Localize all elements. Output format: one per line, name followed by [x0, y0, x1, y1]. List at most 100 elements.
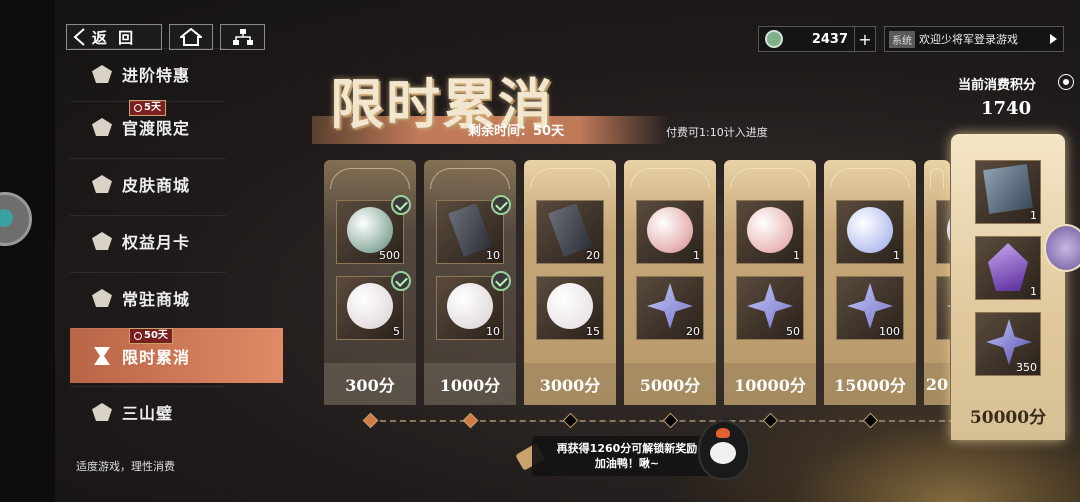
card-arch — [430, 168, 510, 189]
reward-slot[interactable]: 15 — [536, 276, 604, 340]
sidebar-item-skin-shop[interactable]: 皮肤商城 — [70, 158, 226, 209]
tip-line-2: 加油鸭！啾~ — [594, 457, 660, 470]
item-quantity: 100 — [879, 325, 900, 338]
sitemap-button[interactable] — [220, 24, 265, 50]
progress-marker — [462, 412, 479, 429]
cards-icon — [92, 232, 112, 250]
reward-tier-card[interactable]: 1 100 15000分 — [824, 160, 916, 405]
tier-points: 3000分 — [524, 363, 616, 405]
reward-slot[interactable] — [936, 200, 950, 264]
back-button[interactable]: 返 回 — [66, 24, 162, 50]
reward-slot[interactable]: 50 — [736, 276, 804, 340]
star-crystal-icon — [847, 283, 893, 329]
item-quantity: 1 — [693, 249, 700, 262]
tier-points: 300分 — [324, 363, 416, 405]
tier-points: 5000分 — [624, 363, 716, 405]
reward-slot[interactable]: 1 — [975, 160, 1041, 224]
sidebar-item-limited-spend[interactable]: 限时累消 — [70, 328, 283, 383]
sidebar-item-sanshanbi[interactable]: 三山璧 — [70, 386, 226, 437]
sidebar-item-label: 限时累消 — [122, 348, 191, 367]
sidebar-item-label: 皮肤商城 — [122, 176, 191, 195]
tier-points: 10000分 — [724, 363, 816, 405]
hourglass-icon — [94, 347, 110, 365]
penguin-mascot-icon — [698, 420, 750, 480]
scroll-card-icon — [983, 164, 1033, 214]
card-arch — [730, 168, 810, 189]
jade-disc-icon — [92, 403, 112, 421]
paid-ratio-note: 付费可1:10计入进度 — [666, 126, 768, 139]
tier-points: 15000分 — [824, 363, 916, 405]
home-button[interactable] — [169, 24, 213, 50]
sidebar-item-label: 进阶特惠 — [122, 66, 191, 85]
reward-slot[interactable]: 500 — [336, 195, 411, 264]
card-arch — [330, 168, 410, 189]
character-avatar[interactable] — [1044, 224, 1080, 272]
progress-tip-bubble: 再获得1260分可解锁新奖励 加油鸭！啾~ — [532, 436, 722, 476]
system-message-bar[interactable]: 系统 欢迎少将军登录游戏 — [884, 26, 1064, 52]
play-arrow-icon — [1050, 34, 1057, 44]
claimed-check-icon — [391, 195, 411, 215]
clock-icon — [134, 332, 142, 340]
home-icon — [180, 28, 202, 46]
shop-icon — [92, 289, 112, 307]
reward-tier-card[interactable]: 20 15 3000分 — [524, 160, 616, 405]
reward-slot[interactable]: 1 — [975, 236, 1041, 300]
reward-tier-card[interactable]: 500 5 300分 — [324, 160, 416, 405]
reward-tier-card[interactable]: 1 20 5000分 — [624, 160, 716, 405]
sidebar-item-label: 常驻商城 — [122, 290, 191, 309]
item-quantity: 500 — [379, 249, 400, 262]
system-tag: 系统 — [889, 30, 915, 48]
card-arch — [830, 168, 910, 189]
reward-tier-card[interactable]: 1 50 10000分 — [724, 160, 816, 405]
sidebar-item-regular-shop[interactable]: 常驻商城 — [70, 272, 226, 323]
sidebar-item-guandu[interactable]: 官渡限定 — [70, 101, 226, 152]
back-arrow-icon — [73, 28, 85, 46]
reward-slot[interactable]: 10 — [436, 195, 511, 264]
grand-reward-card[interactable]: 1 1 350 50000分 — [951, 134, 1065, 440]
item-quantity: 20 — [586, 249, 600, 262]
sidebar-item-advance-sale[interactable]: 进阶特惠 — [70, 48, 226, 99]
healthy-gaming-note: 适度游戏，理性消费 — [76, 460, 175, 473]
jade-coin-icon — [765, 30, 783, 48]
system-message: 欢迎少将军登录游戏 — [919, 33, 1018, 46]
reward-slot[interactable]: 20 — [536, 200, 604, 264]
sidebar-item-monthly-card[interactable]: 权益月卡 — [70, 215, 226, 266]
item-quantity: 50 — [786, 325, 800, 338]
claimed-check-icon — [391, 271, 411, 291]
item-quantity: 10 — [486, 325, 500, 338]
pearl-orb-icon — [447, 283, 493, 329]
tip-line-1: 再获得1260分可解锁新奖励 — [556, 442, 698, 455]
timer-badge: 50天 — [129, 328, 173, 344]
score-label: 当前消费积分 — [958, 78, 1037, 93]
star-crystal-icon — [647, 283, 693, 329]
item-quantity: 20 — [686, 325, 700, 338]
pearl-orb-icon — [347, 283, 393, 329]
reward-tier-card[interactable]: 20 — [924, 160, 950, 405]
left-edge — [0, 0, 55, 502]
currency-display: 2437 + — [758, 26, 876, 52]
eye-icon[interactable] — [1058, 74, 1074, 90]
sidebar-item-label: 三山璧 — [122, 404, 174, 423]
reward-slot[interactable] — [936, 276, 950, 340]
mask-icon — [92, 175, 112, 193]
score-value: 1740 — [981, 98, 1032, 119]
lucky-bag-icon — [647, 207, 693, 253]
reward-slot[interactable]: 20 — [636, 276, 704, 340]
reward-slot[interactable]: 350 — [975, 312, 1041, 376]
reward-slot[interactable]: 10 — [436, 271, 511, 340]
reward-tier-card[interactable]: 10 10 1000分 — [424, 160, 516, 405]
star-crystal-icon — [747, 283, 793, 329]
add-currency-button[interactable]: + — [854, 27, 875, 51]
crystal-gem-icon — [947, 207, 950, 253]
reward-slot[interactable]: 1 — [736, 200, 804, 264]
reward-slot[interactable]: 1 — [636, 200, 704, 264]
tier-points: 1000分 — [424, 363, 516, 405]
crown-icon — [92, 65, 112, 83]
reward-slot[interactable]: 100 — [836, 276, 904, 340]
lucky-bag-icon — [747, 207, 793, 253]
sidebar-item-label: 权益月卡 — [122, 233, 191, 252]
reward-slot[interactable]: 1 — [836, 200, 904, 264]
reward-slot[interactable]: 5 — [336, 271, 411, 340]
sidebar-item-label: 官渡限定 — [122, 119, 191, 138]
claimed-check-icon — [491, 271, 511, 291]
